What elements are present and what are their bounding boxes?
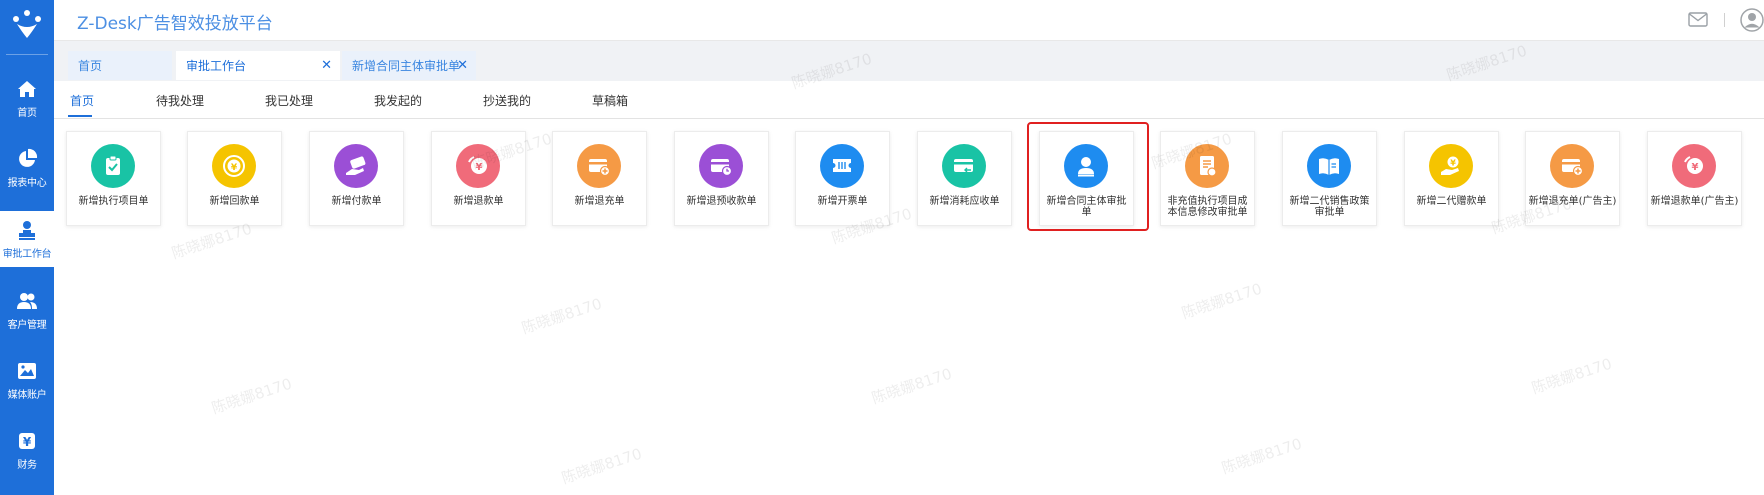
close-icon[interactable]: ✕ (457, 58, 468, 73)
card-plus-icon (1550, 144, 1594, 188)
approval-subnav: 首页 待我处理 我已处理 我发起的 抄送我的 草稿箱 (54, 82, 1764, 119)
card-non-recharge-cost-change-approval[interactable]: 非充值执行项目成本信息修改审批单 (1160, 131, 1255, 226)
sidebar-item-label: 审批工作台 (2, 248, 52, 260)
card-new-payment[interactable]: 新增付款单 (309, 131, 404, 226)
person-stamp-icon (1064, 144, 1108, 188)
open-book-icon (1307, 144, 1351, 188)
watermark: 陈晓娜8170 (1219, 434, 1305, 478)
subnav-processed[interactable]: 我已处理 (265, 92, 313, 109)
svg-text:¥: ¥ (231, 163, 238, 173)
card-new-consumption-receivable[interactable]: 新增消耗应收单 (917, 131, 1012, 226)
sidebar-item-label: 客户管理 (7, 319, 47, 331)
svg-text:¥: ¥ (1450, 159, 1456, 168)
document-list-icon (1185, 144, 1229, 188)
card-label: 新增退预收款单 (686, 196, 757, 207)
card-new-second-gen-sales-policy[interactable]: 新增二代销售政策审批单 (1282, 131, 1377, 226)
refund-yen-icon: ¥ (456, 144, 500, 188)
customers-icon (17, 292, 37, 309)
card-new-advance-refund[interactable]: 新增退预收款单 (674, 131, 769, 226)
top-header: Z-Desk广告智效投放平台 (54, 0, 1764, 41)
card-label: 新增执行项目单 (78, 196, 149, 207)
payment-hand-icon (334, 144, 378, 188)
card-label: 新增合同主体审批单 (1046, 196, 1127, 218)
svg-text:¥: ¥ (1692, 162, 1699, 173)
tab-new-contract-entity-approval[interactable]: 新增合同主体审批单 ✕ (342, 51, 476, 80)
card-clock-icon (699, 144, 743, 188)
sidebar-item-label: 媒体账户 (7, 389, 47, 401)
media-account-icon (18, 362, 36, 379)
card-label: 新增回款单 (209, 196, 260, 207)
tab-label: 审批工作台 (186, 59, 247, 73)
clipboard-check-icon (91, 144, 135, 188)
tab-approval-workbench[interactable]: 审批工作台 ✕ (176, 51, 340, 80)
card-label: 新增二代销售政策审批单 (1289, 196, 1370, 218)
logo-icon (13, 10, 41, 38)
watermark: 陈晓娜8170 (209, 374, 295, 418)
sidebar-item-media-accounts[interactable]: 媒体账户 (0, 352, 54, 408)
watermark: 陈晓娜8170 (1179, 279, 1265, 323)
card-return-icon (942, 144, 986, 188)
subnav-initiated[interactable]: 我发起的 (374, 92, 422, 109)
card-plus-icon (577, 144, 621, 188)
card-new-contract-entity-approval[interactable]: 新增合同主体审批单 (1039, 131, 1134, 226)
watermark: 陈晓娜8170 (869, 364, 955, 408)
yen-coin-icon: ¥ (212, 144, 256, 188)
sidebar-item-reports[interactable]: 报表中心 (0, 140, 54, 196)
svg-text:¥: ¥ (476, 162, 483, 173)
yen-icon: ¥ (19, 432, 35, 449)
card-label: 新增退充单 (574, 196, 625, 207)
active-tab-underline (68, 115, 92, 117)
sidebar-item-label: 报表中心 (7, 177, 47, 189)
pie-chart-icon (19, 148, 38, 167)
mail-icon[interactable] (1688, 12, 1708, 27)
sidebar-item-label: 财务 (17, 459, 37, 471)
app-title: Z-Desk广告智效投放平台 (77, 14, 273, 34)
sidebar-item-label: 首页 (17, 107, 37, 119)
close-icon[interactable]: ✕ (321, 58, 332, 73)
card-label: 新增退款单 (453, 196, 504, 207)
tab-label: 新增合同主体审批单 (352, 59, 461, 73)
card-new-collection[interactable]: ¥ 新增回款单 (187, 131, 282, 226)
card-new-refund[interactable]: ¥ 新增退款单 (431, 131, 526, 226)
home-icon (18, 80, 36, 97)
header-divider (1724, 13, 1725, 27)
subnav-cc[interactable]: 抄送我的 (483, 92, 531, 109)
card-label: 新增退款单(广告主) (1650, 196, 1739, 207)
subnav-drafts[interactable]: 草稿箱 (592, 92, 628, 109)
card-label: 非充值执行项目成本信息修改审批单 (1167, 196, 1248, 218)
left-sidebar: 首页 报表中心 审批工作台 客户管理 媒体账户 ¥ 财务 (0, 0, 54, 495)
approval-stamp-icon (19, 220, 35, 240)
sidebar-item-customers[interactable]: 客户管理 (0, 282, 54, 338)
sidebar-item-approval[interactable]: 审批工作台 (0, 211, 54, 267)
invoice-ticket-icon (820, 144, 864, 188)
card-new-second-gen-grant[interactable]: ¥ 新增二代赠款单 (1404, 131, 1499, 226)
card-label: 新增开票单 (817, 196, 868, 207)
sidebar-item-finance[interactable]: ¥ 财务 (0, 422, 54, 478)
card-new-refill-refund-advertiser[interactable]: 新增退充单(广告主) (1525, 131, 1620, 226)
svg-text:¥: ¥ (23, 435, 32, 449)
tab-bar: 首页 审批工作台 ✕ 新增合同主体审批单 ✕ (54, 41, 1764, 81)
refund-yen-icon: ¥ (1672, 144, 1716, 188)
watermark: 陈晓娜8170 (519, 294, 605, 338)
subnav-pending[interactable]: 待我处理 (156, 92, 204, 109)
card-label: 新增消耗应收单 (929, 196, 1000, 207)
user-avatar-icon[interactable] (1740, 8, 1764, 32)
card-label: 新增付款单 (331, 196, 382, 207)
watermark: 陈晓娜8170 (1529, 354, 1615, 398)
card-new-execution-project[interactable]: 新增执行项目单 (66, 131, 161, 226)
tab-home[interactable]: 首页 (68, 51, 172, 80)
card-new-refund-advertiser[interactable]: ¥ 新增退款单(广告主) (1647, 131, 1742, 226)
card-new-refill-refund[interactable]: 新增退充单 (552, 131, 647, 226)
watermark: 陈晓娜8170 (559, 444, 645, 488)
tab-label: 首页 (78, 59, 103, 73)
card-new-invoice[interactable]: 新增开票单 (795, 131, 890, 226)
card-label: 新增二代赠款单 (1416, 196, 1487, 207)
subnav-home[interactable]: 首页 (70, 92, 94, 109)
card-label: 新增退充单(广告主) (1528, 196, 1617, 207)
hand-coin-icon: ¥ (1429, 144, 1473, 188)
sidebar-item-home[interactable]: 首页 (0, 70, 54, 126)
